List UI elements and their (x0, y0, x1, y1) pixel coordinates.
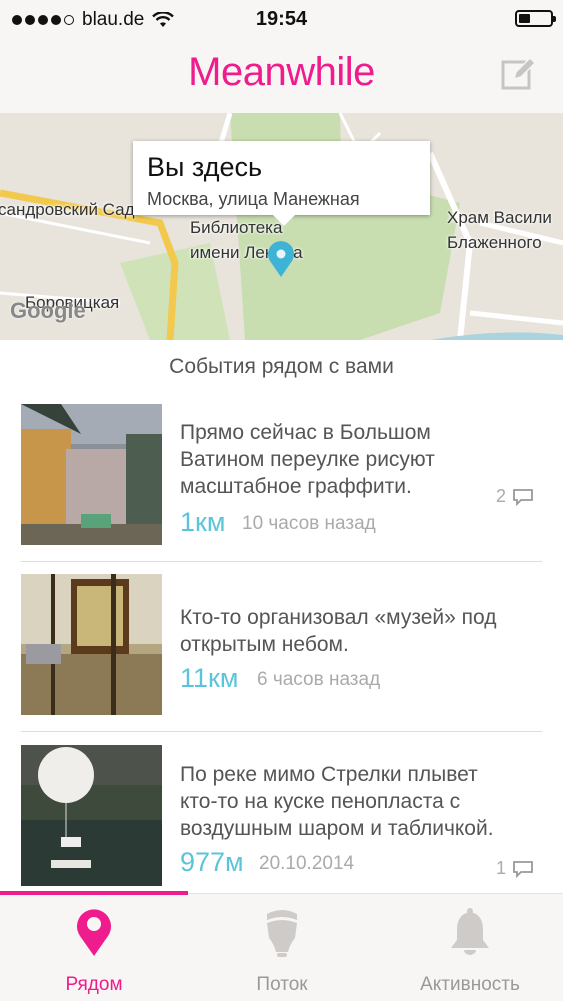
event-description: Прямо сейчас в Большом Ватином переулке … (180, 419, 530, 500)
event-photo (21, 574, 162, 715)
callout-title: Вы здесь (147, 152, 263, 182)
event-text-line: открытым небом. (180, 633, 349, 656)
tab-label: Рядом (65, 974, 123, 995)
active-tab-indicator (0, 891, 188, 895)
event-text-line: Ватином переулке рисуют (180, 448, 435, 471)
tab-bar: Рядом Поток Активность (0, 893, 563, 1001)
comment-count[interactable]: 1 (496, 858, 534, 879)
bell-icon (451, 908, 489, 955)
location-marker-icon[interactable] (266, 240, 296, 278)
map-label: Блаженного (447, 233, 542, 252)
comment-icon (513, 488, 533, 506)
event-photo (21, 404, 162, 545)
tab-activity[interactable]: Активность (376, 894, 563, 1001)
section-title: События рядом с вами (169, 355, 394, 378)
tab-label: Активность (420, 974, 520, 995)
map-label: сандровский Сад (0, 200, 135, 219)
callout-subtitle: Москва, улица Манежная (147, 189, 360, 209)
event-text-line: Кто-то организовал «музей» под (180, 606, 497, 629)
comment-count[interactable]: 2 (496, 486, 534, 507)
map-label: Библиотека (190, 218, 283, 237)
event-time: 20.10.2014 (259, 853, 355, 874)
clock: 19:54 (255, 8, 308, 30)
event-text-line: масштабное граффити. (180, 475, 412, 498)
event-distance: 11км (180, 663, 239, 693)
lightbulb-icon (267, 910, 297, 957)
map-label: Храм Васили (447, 208, 552, 227)
event-description: Кто-то организовал «музей» под открытым … (180, 604, 530, 658)
event-distance: 1км (180, 507, 226, 537)
divider (21, 561, 542, 562)
comment-icon (513, 860, 533, 878)
app-title: Meanwhile (188, 50, 375, 94)
status-bar: blau.de 19:54 (0, 0, 563, 38)
list-item[interactable]: По реке мимо Стрелки плывет кто-то на ку… (21, 745, 542, 886)
divider (21, 731, 542, 732)
tab-label: Поток (256, 974, 308, 995)
compose-icon[interactable] (501, 56, 537, 92)
navigation-bar: Meanwhile (0, 38, 563, 113)
battery-icon (515, 10, 556, 27)
event-distance: 977м (180, 847, 244, 877)
list-item[interactable]: Прямо сейчас в Большом Ватином переулке … (21, 404, 542, 545)
event-text-line: Прямо сейчас в Большом (180, 421, 431, 444)
list-item[interactable]: Кто-то организовал «музей» под открытым … (21, 574, 542, 715)
location-pin-icon (77, 909, 111, 956)
event-text-line: кто-то на куске пенопласта с (180, 790, 461, 813)
event-photo (21, 745, 162, 886)
event-time: 10 часов назад (242, 513, 376, 534)
comment-count-value: 1 (495, 858, 506, 878)
event-description: По реке мимо Стрелки плывет кто-то на ку… (180, 761, 530, 842)
event-text-line: воздушным шаром и табличкой. (180, 817, 494, 840)
tab-nearby[interactable]: Рядом (0, 894, 188, 1001)
event-time: 6 часов назад (257, 669, 381, 690)
event-text-line: По реке мимо Стрелки плывет (180, 763, 478, 786)
tab-stream[interactable]: Поток (188, 894, 376, 1001)
google-logo: Google (10, 298, 86, 323)
comment-count-value: 2 (495, 486, 506, 506)
map-callout[interactable]: Вы здесь Москва, улица Манежная (133, 141, 430, 215)
callout-pointer (272, 214, 296, 226)
